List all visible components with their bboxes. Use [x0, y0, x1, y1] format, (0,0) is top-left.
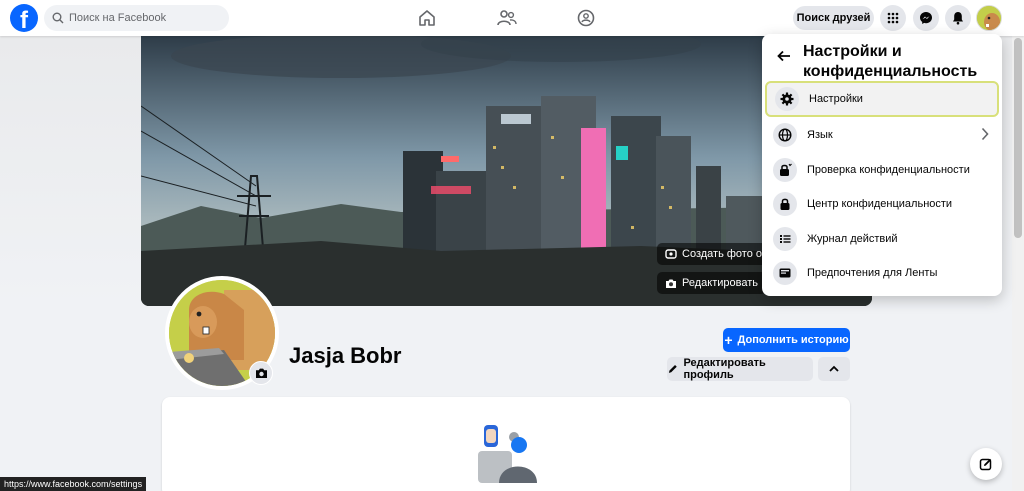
menu-item-privacy-center[interactable]: Центр конфиденциальности [765, 186, 999, 222]
logo-letter: f [20, 7, 28, 32]
grid-icon [887, 12, 899, 24]
feed-icon [773, 261, 797, 285]
menu-item-language[interactable]: Язык [765, 117, 999, 153]
scrollbar-thumb[interactable] [1014, 38, 1022, 238]
collapse-button[interactable] [818, 357, 850, 381]
plus-icon: + [724, 332, 733, 348]
facebook-logo[interactable]: f [10, 4, 38, 32]
menu-item-label: Предпочтения для Ленты [807, 267, 938, 279]
chevron-up-icon [829, 365, 839, 372]
status-bar-url: https://www.facebook.com/settings [0, 477, 147, 491]
menu-item-privacy-checkup[interactable]: Проверка конфиденциальности [765, 152, 999, 188]
lock-check-icon [773, 158, 797, 182]
menu-item-label: Центр конфиденциальности [807, 198, 953, 210]
menu-item-label: Журнал действий [807, 233, 898, 245]
camera-icon [666, 279, 676, 288]
list-icon [773, 227, 797, 251]
profile-name: Jasja Bobr [289, 343, 402, 368]
menu-item-label: Настройки [809, 93, 863, 105]
new-message-button[interactable] [970, 448, 1002, 480]
find-friends-label: Поиск друзей [796, 12, 871, 24]
edit-profile-button[interactable]: Редактировать профиль [667, 357, 813, 381]
page-scrollbar[interactable] [1012, 36, 1024, 491]
pencil-icon [668, 364, 677, 373]
messenger-icon [920, 12, 932, 24]
menu-item-settings[interactable]: Настройки [765, 81, 999, 117]
messenger-button[interactable] [913, 5, 939, 31]
friends-nav-icon[interactable] [495, 6, 519, 30]
search-box[interactable] [44, 5, 229, 31]
people-illustration-icon [478, 425, 537, 483]
chevron-right-icon [981, 127, 989, 141]
menu-item-activity-log[interactable]: Журнал действий [765, 221, 999, 257]
content-card [162, 397, 850, 491]
compose-icon [979, 458, 992, 471]
edit-cover-button[interactable]: Редактировать [657, 272, 766, 294]
menu-grid-button[interactable] [880, 5, 906, 31]
menu-item-feed-preferences[interactable]: Предпочтения для Ленты [765, 255, 999, 291]
add-story-label: Дополнить историю [737, 334, 849, 346]
add-story-button[interactable]: + Дополнить историю [723, 328, 850, 352]
arrow-left-icon [777, 50, 790, 62]
globe-icon [773, 123, 797, 147]
top-navigation-bar: f Поиск друзей [0, 0, 1024, 36]
edit-profile-label: Редактировать профиль [683, 357, 766, 381]
account-avatar[interactable] [976, 5, 1002, 31]
gear-icon [775, 87, 799, 111]
groups-nav-icon[interactable] [574, 6, 598, 30]
bell-icon [953, 12, 963, 25]
search-input[interactable] [69, 12, 219, 24]
menu-item-label: Проверка конфиденциальности [807, 164, 970, 176]
find-friends-button[interactable]: Поиск друзей [793, 6, 874, 30]
search-icon [52, 12, 64, 24]
edit-cover-label: Редактировать [682, 277, 758, 289]
settings-privacy-menu: Настройки и конфиденциальность Настройки… [762, 34, 1002, 296]
home-nav-icon[interactable] [415, 6, 439, 30]
lock-icon [773, 192, 797, 216]
cover-photo-icon [665, 249, 677, 259]
notifications-button[interactable] [945, 5, 971, 31]
camera-icon [255, 368, 267, 378]
change-profile-photo-button[interactable] [249, 361, 273, 385]
back-button[interactable] [774, 46, 794, 66]
menu-title: Настройки и конфиденциальность [803, 43, 978, 80]
create-cover-photo-label: Создать фото обл [682, 248, 775, 260]
menu-item-label: Язык [807, 129, 833, 141]
